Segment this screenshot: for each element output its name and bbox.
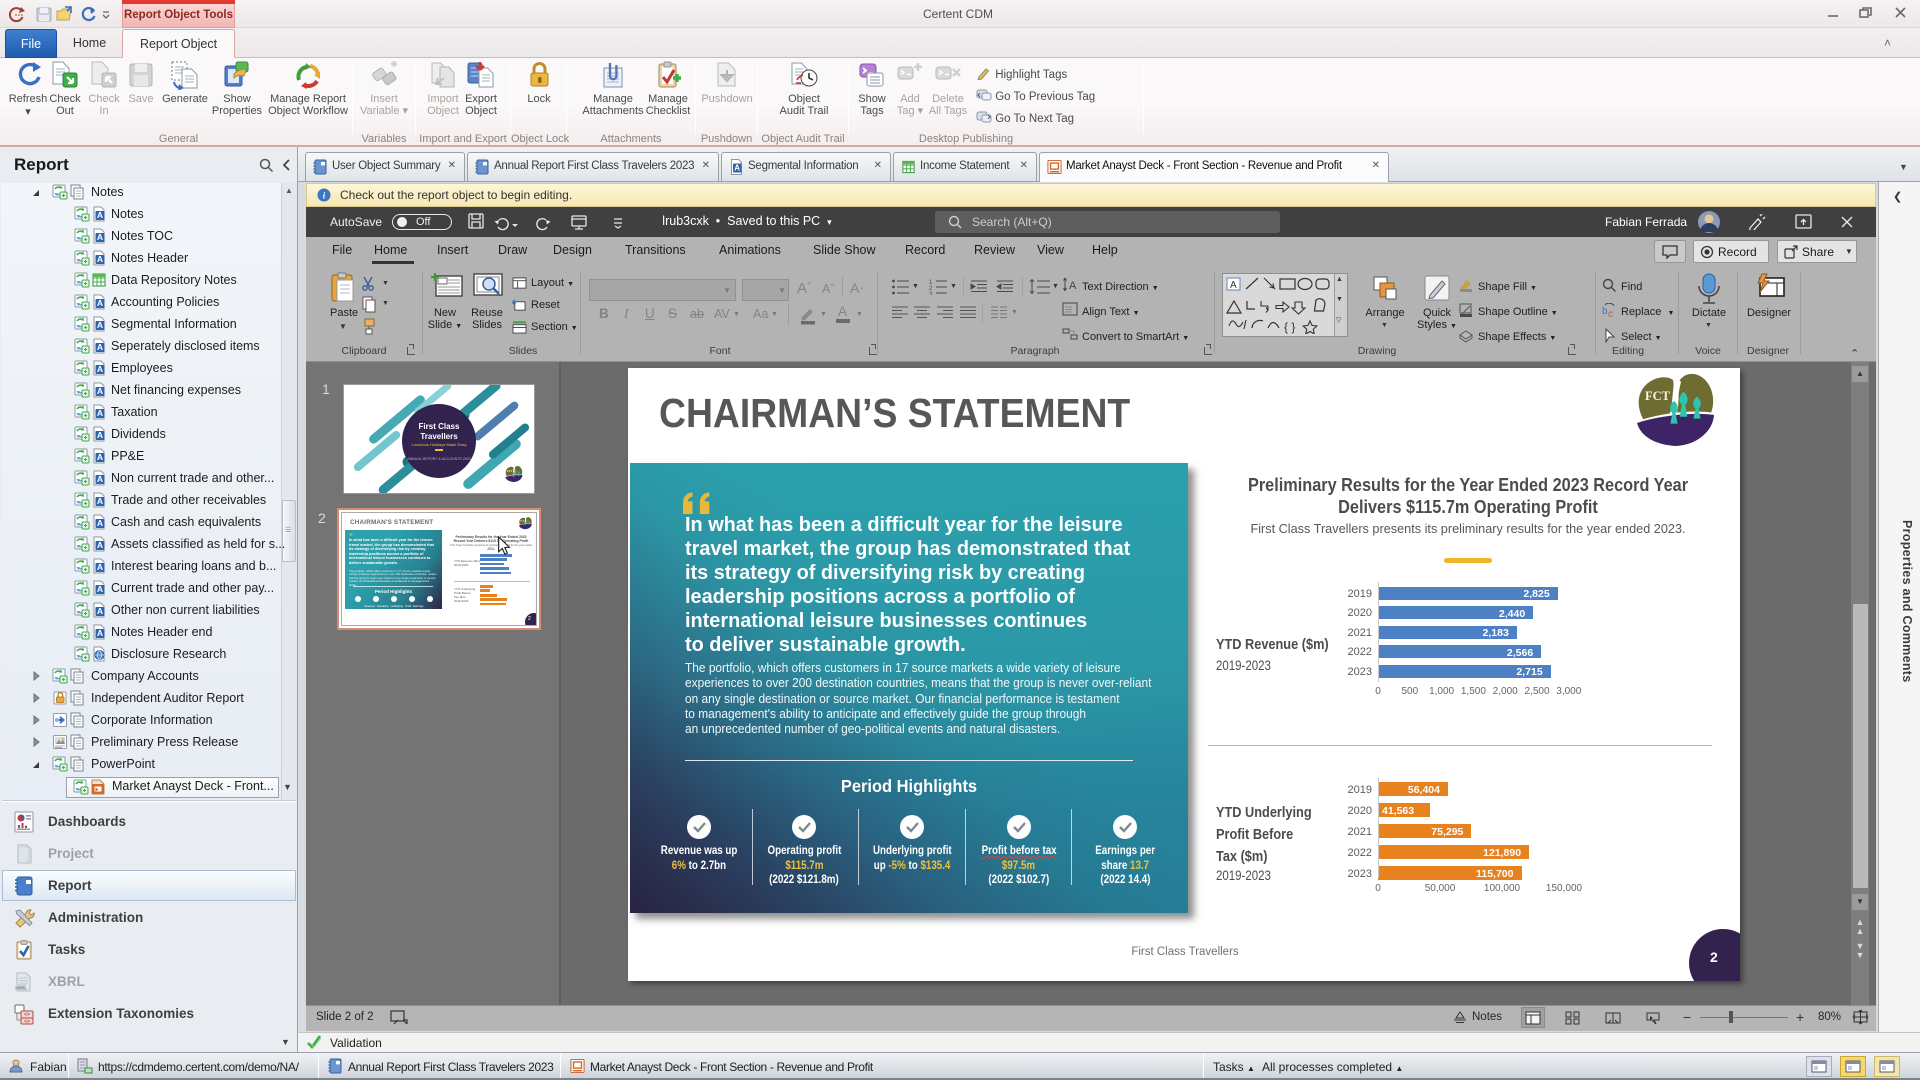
svg-text:A: A xyxy=(97,320,103,330)
svg-text:A: A xyxy=(97,584,103,594)
svg-text:XBRL: XBRL xyxy=(15,986,28,991)
svg-text:{ }: { } xyxy=(1284,320,1295,334)
svg-text:A: A xyxy=(97,364,103,374)
svg-text:A: A xyxy=(97,496,103,506)
svg-text:<>: <> xyxy=(24,1012,30,1018)
svg-text:A: A xyxy=(97,540,103,550)
svg-text:3: 3 xyxy=(929,292,933,295)
svg-text:A: A xyxy=(97,452,103,462)
svg-text:<>: <> xyxy=(24,1019,30,1025)
svg-text:A: A xyxy=(97,210,103,220)
svg-text:A: A xyxy=(734,164,740,173)
svg-text:c: c xyxy=(1608,309,1613,318)
svg-text:A: A xyxy=(97,386,103,396)
svg-text:FCT: FCT xyxy=(507,470,513,473)
svg-text:A: A xyxy=(97,474,103,484)
svg-text:A: A xyxy=(97,298,103,308)
svg-text:A: A xyxy=(97,430,103,440)
svg-text:A: A xyxy=(97,408,103,418)
svg-text:A: A xyxy=(1069,280,1077,292)
svg-text:A: A xyxy=(97,606,103,616)
svg-text:A: A xyxy=(97,254,103,264)
svg-text:A: A xyxy=(97,232,103,242)
svg-text:A: A xyxy=(97,342,103,352)
svg-text:A: A xyxy=(97,518,103,528)
svg-text:A: A xyxy=(97,628,103,638)
svg-text:FCT: FCT xyxy=(1645,389,1671,403)
svg-text:A: A xyxy=(1230,280,1237,291)
svg-text:A: A xyxy=(97,562,103,572)
svg-text:FCT: FCT xyxy=(520,521,525,523)
